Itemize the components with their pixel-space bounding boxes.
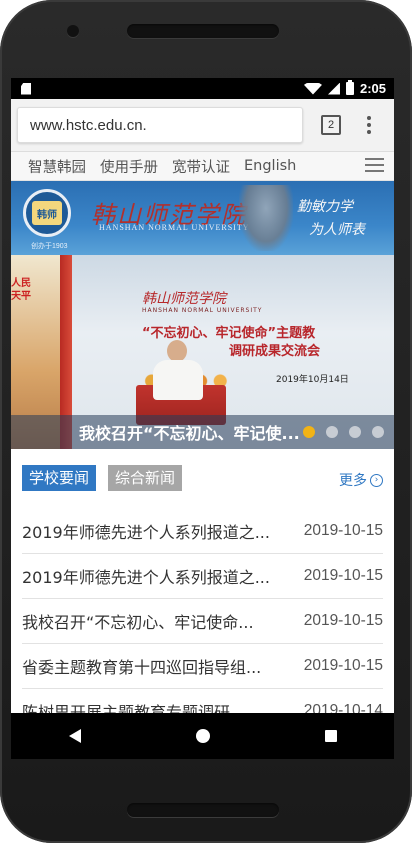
speaker-figure [150, 340, 206, 400]
news-title: 省委主题教育第十四巡回指导组... [22, 658, 262, 677]
tabs-icon[interactable]: 2 [321, 115, 341, 135]
carousel-dot[interactable] [303, 426, 315, 438]
list-item[interactable]: 2019年师德先进个人系列报道之... 2019-10-15 [22, 509, 383, 554]
status-bar: 2:05 [11, 78, 394, 99]
list-item[interactable]: 2019年师德先进个人系列报道之... 2019-10-15 [22, 554, 383, 599]
carousel-dot[interactable] [349, 426, 361, 438]
list-item[interactable]: 我校召开“不忘初心、牢记使命... 2019-10-15 [22, 599, 383, 644]
home-icon[interactable] [195, 729, 210, 743]
nav-link-broadband-auth[interactable]: 宽带认证 [172, 156, 230, 177]
nav-link-smart-hanyuan[interactable]: 智慧韩园 [28, 156, 86, 177]
more-link[interactable]: 更多 › [339, 470, 383, 490]
browser-toolbar: www.hstc.edu.cn. 2 [11, 99, 394, 152]
url-bar[interactable]: www.hstc.edu.cn. [17, 107, 303, 143]
news-carousel[interactable]: 人民 天平 韩山师范学院 HANSHAN NORMAL UNIVERSITY “… [11, 255, 394, 449]
stage-title-en: HANSHAN NORMAL UNIVERSITY [142, 307, 263, 314]
status-time: 2:05 [359, 81, 386, 96]
bell-image [239, 185, 293, 251]
university-logo[interactable]: 韩师 [23, 189, 71, 237]
side-slogan: 人民 天平 [11, 278, 31, 302]
bottom-speaker [127, 803, 279, 817]
stage-date: 2019年10月14日 [276, 375, 349, 385]
hamburger-icon[interactable] [365, 158, 384, 172]
wifi-icon [303, 82, 322, 95]
news-title: 我校召开“不忘初心、牢记使命... [22, 613, 254, 632]
stage-theme-line-2: 调研成果交流会 [229, 344, 321, 359]
battery-icon [345, 80, 354, 95]
carousel-dots [303, 426, 384, 438]
news-list: 2019年师德先进个人系列报道之... 2019-10-15 2019年师德先进… [22, 509, 383, 734]
earpiece-speaker [127, 24, 279, 38]
stage-title-cn: 韩山师范学院 [142, 291, 226, 307]
carousel-dot[interactable] [372, 426, 384, 438]
news-section: 学校要闻 综合新闻 更多 › 2019年师德先进个人系列报道之... 2019-… [11, 449, 394, 734]
nav-link-user-manual[interactable]: 使用手册 [100, 156, 158, 177]
screen: 2:05 www.hstc.edu.cn. 2 智慧韩园 使用手册 宽带认证 E… [11, 78, 394, 759]
system-nav-bar [11, 713, 394, 759]
tab-general-news[interactable]: 综合新闻 [108, 465, 183, 491]
signal-icon [327, 82, 340, 95]
sd-card-icon [21, 82, 31, 95]
news-title: 2019年师德先进个人系列报道之... [22, 568, 270, 587]
chevron-right-circle-icon: › [370, 473, 383, 487]
more-label: 更多 [339, 473, 367, 489]
list-item[interactable]: 省委主题教育第十四巡回指导组... 2019-10-15 [22, 644, 383, 689]
carousel-caption-bar: 我校召开“不忘初心、牢记使... [11, 415, 394, 449]
motto-line-1: 勤敏力学 [297, 199, 353, 215]
front-camera [67, 25, 79, 37]
url-text: www.hstc.edu.cn. [30, 116, 147, 134]
motto-line-2: 为人师表 [309, 222, 365, 238]
site-top-nav: 智慧韩园 使用手册 宽带认证 English [11, 152, 394, 181]
news-title: 2019年师德先进个人系列报道之... [22, 523, 270, 542]
tab-school-news[interactable]: 学校要闻 [22, 465, 97, 491]
news-date: 2019-10-15 [303, 522, 383, 539]
news-date: 2019-10-15 [303, 567, 383, 584]
site-header-banner: 韩师 创办于1903 韩山师范学院 HANSHAN NORMAL UNIVERS… [11, 181, 394, 255]
back-icon[interactable] [68, 729, 81, 743]
news-tabs: 学校要闻 综合新闻 更多 › [22, 465, 383, 494]
news-date: 2019-10-15 [303, 612, 383, 629]
news-date: 2019-10-15 [303, 657, 383, 674]
stage-theme-line-1: “不忘初心、牢记使命”主题教 [142, 326, 316, 341]
carousel-caption[interactable]: 我校召开“不忘初心、牢记使... [79, 420, 300, 444]
brand-name-en: HANSHAN NORMAL UNIVERSITY [99, 223, 250, 232]
logo-caption: 创办于1903 [31, 243, 68, 250]
tab-count: 2 [327, 119, 335, 131]
recents-icon[interactable] [324, 730, 337, 742]
overflow-menu-icon[interactable] [367, 116, 371, 134]
nav-link-english[interactable]: English [244, 158, 296, 174]
carousel-dot[interactable] [326, 426, 338, 438]
